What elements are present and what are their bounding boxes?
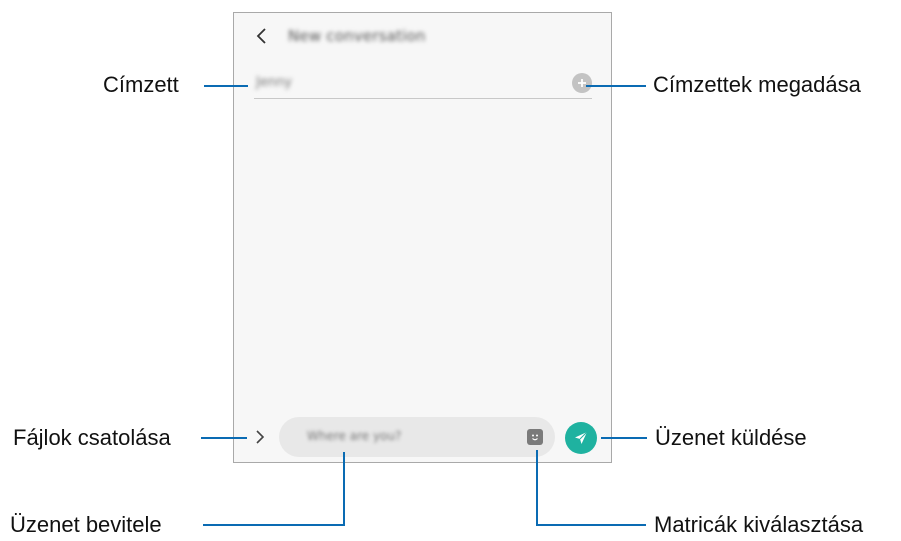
message-input[interactable]: Where are you?: [279, 417, 555, 457]
callout-label-add-recipients: Címzettek megadása: [653, 72, 861, 97]
callout-line-add-recipients: [586, 85, 646, 87]
message-placeholder: Where are you?: [307, 429, 402, 443]
callout-line-sticker-horizontal: [536, 524, 646, 526]
sticker-icon: [532, 434, 538, 441]
chevron-left-icon: [256, 28, 266, 44]
callout-label-select-stickers: Matricák kiválasztása: [654, 512, 864, 537]
add-recipient-button[interactable]: [572, 73, 592, 93]
chevron-right-icon: [256, 430, 265, 444]
back-button[interactable]: [252, 26, 272, 46]
sticker-button[interactable]: [527, 429, 543, 445]
callout-line-recipient: [204, 85, 248, 87]
callout-line-sticker-vertical: [536, 450, 538, 526]
callout-label-recipient: Címzett: [103, 72, 179, 97]
callout-line-message-horizontal: [203, 524, 345, 526]
phone-screen: New conversation Jenny Where are you?: [233, 12, 612, 463]
callout-label-send-message: Üzenet küldése: [655, 425, 807, 450]
recipient-input[interactable]: Jenny: [256, 75, 292, 90]
callout-line-message-vertical: [343, 452, 345, 526]
callout-label-enter-message: Üzenet bevitele: [10, 512, 162, 537]
attach-files-button[interactable]: [250, 425, 270, 449]
paper-plane-icon: [575, 431, 588, 444]
page-title: New conversation: [288, 27, 426, 45]
callout-line-send: [601, 437, 647, 439]
callout-label-attach-files: Fájlok csatolása: [13, 425, 171, 450]
recipient-field[interactable]: Jenny: [254, 71, 592, 99]
send-button[interactable]: [565, 422, 597, 454]
callout-line-attach: [201, 437, 247, 439]
